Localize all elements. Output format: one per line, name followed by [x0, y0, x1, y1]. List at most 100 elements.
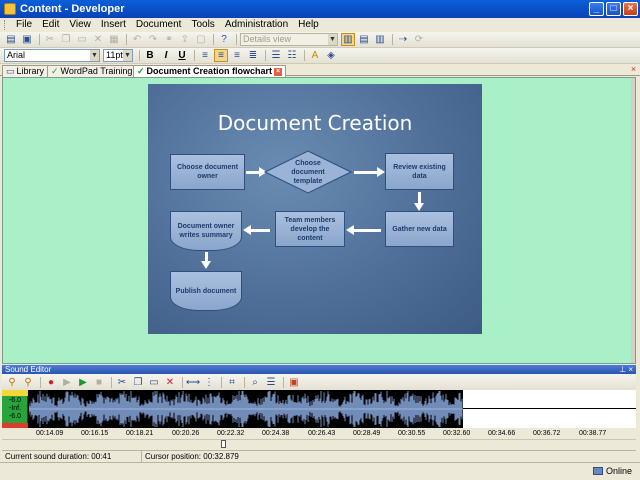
- menu-help[interactable]: Help: [293, 18, 324, 32]
- window-title: Content - Developer: [20, 3, 125, 15]
- fill-color-icon[interactable]: ◈: [324, 49, 338, 62]
- waveform-scrollbar[interactable]: [2, 440, 636, 449]
- check-icon: ✓: [137, 66, 145, 76]
- record-icon[interactable]: ●: [44, 376, 58, 389]
- waveform[interactable]: [29, 390, 463, 428]
- copy-icon[interactable]: ❐: [59, 33, 73, 46]
- timeline-tick: 00:20.26: [172, 430, 200, 437]
- font-select[interactable]: Arial ▼: [4, 49, 100, 62]
- flow-box-gather-data[interactable]: Gather new data: [385, 211, 454, 247]
- menu-tools[interactable]: Tools: [186, 18, 219, 32]
- maximize-button[interactable]: □: [606, 2, 621, 16]
- menu-grip[interactable]: [4, 20, 7, 30]
- meter-top-value: -6.0: [8, 397, 22, 404]
- toolbar-separator: [213, 34, 214, 45]
- waveform-empty-region[interactable]: [463, 390, 636, 428]
- app-icon: [4, 3, 16, 15]
- menu-file[interactable]: File: [11, 18, 37, 32]
- help-icon[interactable]: ?: [217, 33, 231, 46]
- delete-icon[interactable]: ✕: [163, 376, 177, 389]
- toolbar-separator: [39, 34, 40, 45]
- paste-icon[interactable]: ▭: [75, 33, 89, 46]
- level-meter: -6.0 -Inf. -6.0: [2, 390, 28, 428]
- close-tab-icon[interactable]: ×: [274, 67, 283, 76]
- redo-icon[interactable]: ↷: [146, 33, 160, 46]
- chevron-down-icon: ▼: [328, 34, 337, 45]
- menu-edit[interactable]: Edit: [37, 18, 64, 32]
- vertical-scrollbar[interactable]: [631, 78, 635, 363]
- toolbar-separator: [244, 376, 245, 388]
- stop-icon[interactable]: ■: [92, 376, 106, 389]
- toolbar-separator: [236, 34, 237, 45]
- menu-view[interactable]: View: [64, 18, 96, 32]
- export-icon[interactable]: ⇢: [396, 33, 410, 46]
- menu-administration[interactable]: Administration: [220, 18, 293, 32]
- italic-button[interactable]: I: [159, 49, 173, 62]
- meter-bot-value: -6.0: [8, 413, 22, 420]
- volume-menu-icon[interactable]: ☰: [264, 376, 278, 389]
- save-icon[interactable]: ▣: [20, 33, 34, 46]
- microphone-icon[interactable]: ⚲: [5, 376, 19, 389]
- formatting-toolbar: Arial ▼ 11pt ▼ B I U ≡ ≡ ≡ ≣ ☰ ☷ A ◈: [0, 48, 640, 64]
- open-folder-icon[interactable]: ▤: [4, 33, 18, 46]
- preview-icon[interactable]: ▢: [194, 33, 208, 46]
- cut-icon[interactable]: ✂: [43, 33, 57, 46]
- tab-wordpad-training[interactable]: ✓ WordPad Training: [47, 65, 137, 77]
- numbered-list-icon[interactable]: ☷: [285, 49, 299, 62]
- publish-icon[interactable]: ⇪: [178, 33, 192, 46]
- layout-single-icon[interactable]: ▥: [341, 33, 355, 46]
- zoom-icon[interactable]: ⌕: [248, 376, 262, 389]
- play-icon[interactable]: ▶: [76, 376, 90, 389]
- flow-box-choose-owner[interactable]: Choose document owner: [170, 154, 245, 190]
- timeline-tick: 00:18.21: [126, 430, 154, 437]
- layout-vertical-icon[interactable]: ▥: [373, 33, 387, 46]
- refresh-icon[interactable]: ⟳: [412, 33, 426, 46]
- font-size-select[interactable]: 11pt ▼: [103, 49, 133, 62]
- undo-icon[interactable]: ↶: [130, 33, 144, 46]
- tab-document-creation-flowchart[interactable]: ✓ Document Creation flowchart ×: [133, 65, 287, 77]
- layout-horizontal-icon[interactable]: ▤: [357, 33, 371, 46]
- minimize-button[interactable]: _: [589, 2, 604, 16]
- link-icon[interactable]: ⚭: [162, 33, 176, 46]
- paste-icon[interactable]: ▭: [147, 376, 161, 389]
- menu-insert[interactable]: Insert: [96, 18, 131, 32]
- cut-icon[interactable]: ✂: [115, 376, 129, 389]
- flow-doc-publish[interactable]: Publish document: [170, 271, 242, 311]
- sound-settings-icon[interactable]: ▣: [287, 376, 301, 389]
- flow-box-team-develop[interactable]: Team members develop the content: [275, 211, 345, 247]
- bullet-list-icon[interactable]: ☰: [269, 49, 283, 62]
- align-left-icon[interactable]: ≡: [198, 49, 212, 62]
- delete-icon[interactable]: ✕: [91, 33, 105, 46]
- close-icon[interactable]: ×: [629, 65, 638, 74]
- flow-arrow: [354, 167, 385, 177]
- flow-box-review-data[interactable]: Review existing data: [385, 153, 454, 190]
- justify-icon[interactable]: ≣: [246, 49, 260, 62]
- underline-button[interactable]: U: [175, 49, 189, 62]
- align-center-icon[interactable]: ≡: [214, 49, 228, 62]
- waveform-area[interactable]: -6.0 -Inf. -6.0: [2, 390, 636, 428]
- copy-icon[interactable]: ❐: [131, 376, 145, 389]
- cursor-position: Cursor position: 00:32.879: [145, 452, 239, 461]
- play-selection-icon[interactable]: ▶: [60, 376, 74, 389]
- crop-icon[interactable]: ⌗: [225, 376, 239, 389]
- fit-width-icon[interactable]: ⟷: [186, 376, 200, 389]
- document-canvas[interactable]: Document Creation Choose document owner …: [2, 77, 636, 364]
- scroll-marker[interactable]: [221, 440, 226, 448]
- menu-bar: File Edit View Insert Document Tools Adm…: [0, 18, 640, 32]
- pin-close-controls[interactable]: ⊥ ×: [619, 365, 633, 374]
- flow-arrow: [243, 225, 270, 235]
- close-button[interactable]: ×: [623, 2, 638, 16]
- properties-icon[interactable]: ▦: [107, 33, 121, 46]
- flow-doc-owner-summary[interactable]: Document owner writes summary: [170, 211, 242, 251]
- marker-icon[interactable]: ⋮: [202, 376, 216, 389]
- toolbar-separator: [283, 376, 284, 388]
- bold-button[interactable]: B: [143, 49, 157, 62]
- align-right-icon[interactable]: ≡: [230, 49, 244, 62]
- view-mode-select[interactable]: Details view ▼: [240, 33, 338, 46]
- tab-library[interactable]: ▭ Library: [2, 65, 49, 77]
- timeline-tick: 00:26.43: [308, 430, 336, 437]
- text-color-icon[interactable]: A: [308, 49, 322, 62]
- menu-document[interactable]: Document: [131, 18, 187, 32]
- mic-settings-icon[interactable]: ⚲: [21, 376, 35, 389]
- slide[interactable]: Document Creation Choose document owner …: [148, 84, 482, 334]
